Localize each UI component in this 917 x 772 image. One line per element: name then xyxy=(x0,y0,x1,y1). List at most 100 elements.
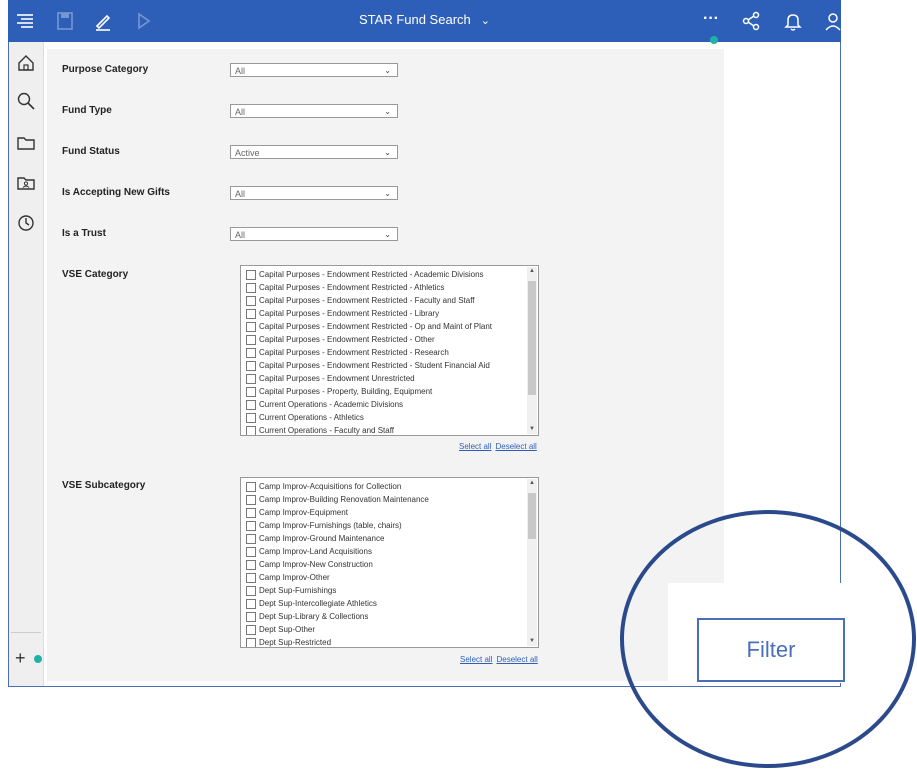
checkbox[interactable] xyxy=(246,322,256,332)
chevron-down-icon: ⌄ xyxy=(480,15,490,27)
vse-category-label: VSE Category xyxy=(62,269,129,280)
list-item[interactable]: Dept Sup-Library & Collections xyxy=(241,610,538,623)
report-title-text: STAR Fund Search xyxy=(359,12,471,27)
list-item[interactable]: Capital Purposes - Endowment Restricted … xyxy=(241,320,538,333)
folder-icon[interactable] xyxy=(15,132,37,154)
scrollbar[interactable]: ▲ ▼ xyxy=(527,267,537,434)
list-item[interactable]: Camp Improv-Land Acquisitions xyxy=(241,545,538,558)
list-item[interactable]: Camp Improv-Building Renovation Maintena… xyxy=(241,493,538,506)
team-folder-icon[interactable] xyxy=(15,172,37,194)
vse-category-list[interactable]: Capital Purposes - Endowment Restricted … xyxy=(240,265,539,436)
list-item[interactable]: Capital Purposes - Endowment Restricted … xyxy=(241,307,538,320)
scroll-up-icon[interactable]: ▲ xyxy=(527,268,537,274)
checkbox[interactable] xyxy=(246,560,256,570)
list-item[interactable]: Capital Purposes - Endowment Restricted … xyxy=(241,268,538,281)
new-status-dot xyxy=(34,655,42,663)
sidebar-divider xyxy=(11,632,41,633)
chevron-down-icon: ⌄ xyxy=(384,189,391,198)
chevron-down-icon: ⌄ xyxy=(384,148,391,157)
search-icon[interactable] xyxy=(15,90,37,112)
select-all-link[interactable]: Select all xyxy=(460,655,492,664)
vse-subcategory-list[interactable]: Camp Improv-Acquisitions for Collection … xyxy=(240,477,539,648)
deselect-all-link[interactable]: Deselect all xyxy=(496,655,537,664)
fund-status-value: Active xyxy=(235,148,260,158)
list-item[interactable]: Camp Improv-Other xyxy=(241,571,538,584)
checkbox[interactable] xyxy=(246,270,256,280)
home-icon[interactable] xyxy=(15,52,37,74)
list-item[interactable]: Capital Purposes - Property, Building, E… xyxy=(241,385,538,398)
more-icon[interactable]: ··· xyxy=(700,8,722,30)
list-item[interactable]: Capital Purposes - Endowment Restricted … xyxy=(241,359,538,372)
highlight-circle xyxy=(620,510,916,768)
list-item[interactable]: Camp Improv-Equipment xyxy=(241,506,538,519)
checkbox[interactable] xyxy=(246,534,256,544)
list-item[interactable]: Dept Sup-Restricted xyxy=(241,636,538,647)
checkbox[interactable] xyxy=(246,296,256,306)
checkbox[interactable] xyxy=(246,625,256,635)
list-item[interactable]: Capital Purposes - Endowment Unrestricte… xyxy=(241,372,538,385)
is-trust-value: All xyxy=(235,230,246,240)
checkbox[interactable] xyxy=(246,612,256,622)
scroll-down-icon[interactable]: ▼ xyxy=(527,426,537,432)
checkbox[interactable] xyxy=(246,413,256,423)
fund-type-value: All xyxy=(235,107,246,117)
plus-icon[interactable]: + xyxy=(15,648,26,669)
bell-icon[interactable] xyxy=(782,10,804,32)
purpose-category-select[interactable]: All ⌄ xyxy=(230,63,398,77)
list-item[interactable]: Camp Improv-Ground Maintenance xyxy=(241,532,538,545)
fund-status-select[interactable]: Active ⌄ xyxy=(230,145,398,159)
accepting-gifts-value: All xyxy=(235,189,246,199)
checkbox[interactable] xyxy=(246,586,256,596)
user-icon[interactable] xyxy=(822,10,844,32)
is-trust-select[interactable]: All ⌄ xyxy=(230,227,398,241)
list-item[interactable]: Capital Purposes - Endowment Restricted … xyxy=(241,294,538,307)
fund-type-label: Fund Type xyxy=(62,105,112,116)
checkbox[interactable] xyxy=(246,426,256,435)
list-item[interactable]: Current Operations - Academic Divisions xyxy=(241,398,538,411)
checkbox[interactable] xyxy=(246,547,256,557)
checkbox[interactable] xyxy=(246,348,256,358)
list-item[interactable]: Dept Sup-Intercollegiate Athletics xyxy=(241,597,538,610)
checkbox[interactable] xyxy=(246,599,256,609)
list-item[interactable]: Current Operations - Athletics xyxy=(241,411,538,424)
list-item[interactable]: Camp Improv-Acquisitions for Collection xyxy=(241,480,538,493)
chevron-down-icon: ⌄ xyxy=(384,66,391,75)
accepting-gifts-label: Is Accepting New Gifts xyxy=(62,187,170,198)
checkbox[interactable] xyxy=(246,283,256,293)
deselect-all-link[interactable]: Deselect all xyxy=(495,442,536,451)
checkbox[interactable] xyxy=(246,335,256,345)
scroll-thumb[interactable] xyxy=(528,281,536,395)
checkbox[interactable] xyxy=(246,508,256,518)
checkbox[interactable] xyxy=(246,387,256,397)
list-item[interactable]: Camp Improv-New Construction xyxy=(241,558,538,571)
list-item[interactable]: Capital Purposes - Endowment Restricted … xyxy=(241,346,538,359)
list-item[interactable]: Dept Sup-Other xyxy=(241,623,538,636)
checkbox[interactable] xyxy=(246,309,256,319)
vse-subcategory-label: VSE Subcategory xyxy=(62,480,146,491)
checkbox[interactable] xyxy=(246,400,256,410)
share-icon[interactable] xyxy=(740,10,762,32)
checkbox[interactable] xyxy=(246,638,256,647)
scroll-thumb[interactable] xyxy=(528,493,536,539)
scroll-down-icon[interactable]: ▼ xyxy=(527,638,537,644)
fund-type-select[interactable]: All ⌄ xyxy=(230,104,398,118)
checkbox[interactable] xyxy=(246,573,256,583)
recent-clock-icon[interactable] xyxy=(15,212,37,234)
list-item[interactable]: Current Operations - Faculty and Staff xyxy=(241,424,538,435)
checkbox[interactable] xyxy=(246,521,256,531)
scrollbar[interactable]: ▲ ▼ xyxy=(527,479,537,646)
list-item[interactable]: Dept Sup-Furnishings xyxy=(241,584,538,597)
accepting-gifts-select[interactable]: All ⌄ xyxy=(230,186,398,200)
checkbox[interactable] xyxy=(246,361,256,371)
is-trust-label: Is a Trust xyxy=(62,228,106,239)
select-all-link[interactable]: Select all xyxy=(459,442,491,451)
checkbox[interactable] xyxy=(246,495,256,505)
list-item[interactable]: Capital Purposes - Endowment Restricted … xyxy=(241,281,538,294)
scroll-up-icon[interactable]: ▲ xyxy=(527,480,537,486)
chevron-down-icon: ⌄ xyxy=(384,107,391,116)
list-item[interactable]: Capital Purposes - Endowment Restricted … xyxy=(241,333,538,346)
chevron-down-icon: ⌄ xyxy=(384,230,391,239)
checkbox[interactable] xyxy=(246,482,256,492)
checkbox[interactable] xyxy=(246,374,256,384)
list-item[interactable]: Camp Improv-Furnishings (table, chairs) xyxy=(241,519,538,532)
